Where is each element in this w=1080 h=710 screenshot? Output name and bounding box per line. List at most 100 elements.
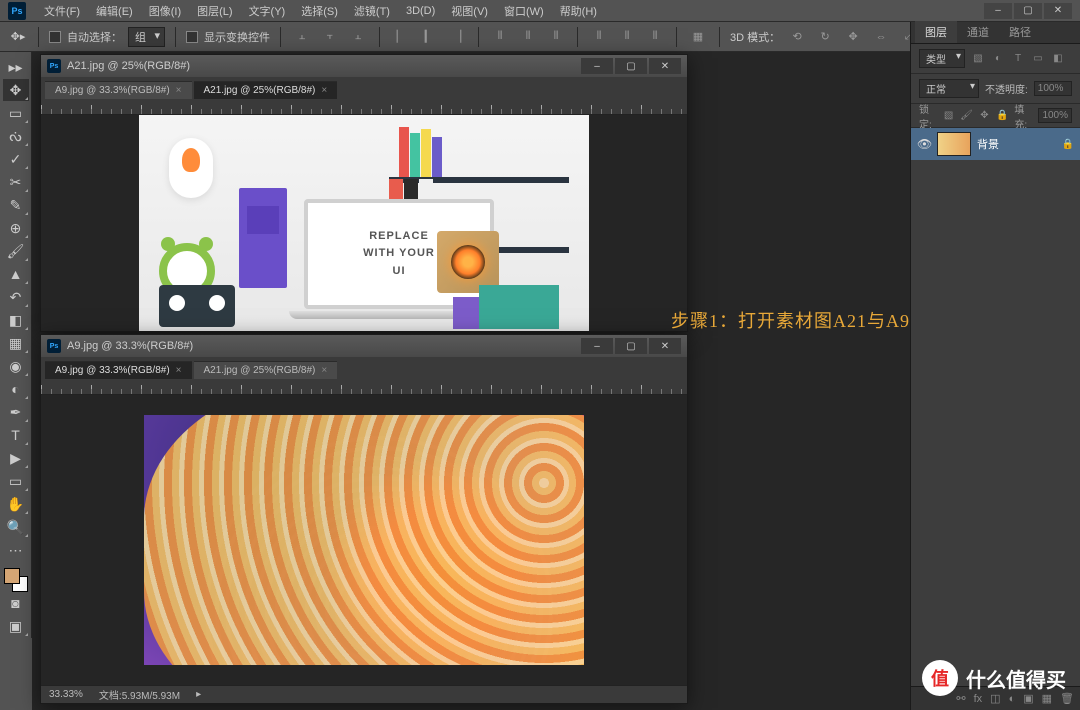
align-left-icon[interactable]: ▏ [390, 26, 412, 48]
auto-select-checkbox[interactable] [49, 31, 61, 43]
auto-align-icon[interactable]: ▦ [687, 26, 709, 48]
doc2-canvas[interactable] [41, 395, 687, 685]
layer-lock-icon[interactable]: 🔒 [1062, 139, 1074, 150]
doc2-tab-a21[interactable]: A21.jpg @ 25%(RGB/8#)× [194, 361, 338, 379]
screenmode-tool[interactable]: ▣ [3, 615, 29, 637]
status-arrow-icon[interactable]: ▸ [196, 689, 201, 700]
stamp-tool[interactable]: ▲ [3, 263, 29, 285]
doc1-canvas[interactable]: REPLACE WITH YOUR UI [41, 115, 687, 331]
doc2-close[interactable]: ✕ [649, 338, 681, 354]
eyedropper-tool[interactable]: ✎ [3, 194, 29, 216]
align-bottom-icon[interactable]: ⫠ [347, 26, 369, 48]
healing-tool[interactable]: ⊕ [3, 217, 29, 239]
doc1-tab-a9[interactable]: A9.jpg @ 33.3%(RGB/8#)× [45, 81, 192, 99]
filter-smart-icon[interactable]: ◧ [1051, 52, 1065, 66]
doc-size[interactable]: 文档:5.93M/5.93M [99, 687, 180, 702]
visibility-icon[interactable]: 👁 [917, 137, 931, 151]
doc2-tab-a9[interactable]: A9.jpg @ 33.3%(RGB/8#)× [45, 361, 192, 379]
lock-pixels-icon[interactable]: 🖌 [960, 109, 973, 123]
filter-shape-icon[interactable]: ▭ [1031, 52, 1045, 66]
auto-select-dropdown[interactable]: 组 [128, 27, 165, 47]
lock-position-icon[interactable]: ✥ [979, 109, 990, 123]
doc2-maximize[interactable]: ▢ [615, 338, 647, 354]
filter-pixel-icon[interactable]: ▧ [971, 52, 985, 66]
layer-item-background[interactable]: 👁 背景 🔒 [911, 128, 1080, 160]
panel-tab-paths[interactable]: 路径 [999, 21, 1041, 43]
menu-help[interactable]: 帮助(H) [552, 3, 605, 19]
dodge-tool[interactable]: ◐ [3, 378, 29, 400]
panel-tab-channels[interactable]: 通道 [957, 21, 999, 43]
close-icon[interactable]: × [176, 85, 182, 96]
3d-roll-icon[interactable]: ↻ [814, 26, 836, 48]
dist-right-icon[interactable]: ⫴ [644, 26, 666, 48]
move-tool[interactable]: ✥ [3, 79, 29, 101]
minimize-button[interactable]: – [984, 3, 1012, 19]
history-brush-tool[interactable]: ↶ [3, 286, 29, 308]
menu-file[interactable]: 文件(F) [36, 3, 88, 19]
3d-pan-icon[interactable]: ✥ [842, 26, 864, 48]
filter-type-icon[interactable]: T [1011, 52, 1025, 66]
align-top-icon[interactable]: ⫠ [291, 26, 313, 48]
align-vcenter-icon[interactable]: ⫟ [319, 26, 341, 48]
menu-view[interactable]: 视图(V) [443, 3, 496, 19]
menu-window[interactable]: 窗口(W) [496, 3, 552, 19]
menu-type[interactable]: 文字(Y) [241, 3, 294, 19]
lock-all-icon[interactable]: 🔒 [996, 109, 1008, 123]
blur-tool[interactable]: ◉ [3, 355, 29, 377]
lock-transparent-icon[interactable]: ▧ [943, 109, 954, 123]
horizontal-ruler[interactable] [41, 379, 687, 395]
menu-3d[interactable]: 3D(D) [398, 5, 443, 17]
dist-top-icon[interactable]: ⫴ [489, 26, 511, 48]
blend-mode-dropdown[interactable]: 正常 [919, 79, 979, 98]
shape-tool[interactable]: ▭ [3, 470, 29, 492]
doc1-tab-a21[interactable]: A21.jpg @ 25%(RGB/8#)× [194, 81, 338, 99]
dist-left-icon[interactable]: ⫴ [588, 26, 610, 48]
foreground-color[interactable] [4, 568, 20, 584]
zoom-level[interactable]: 33.33% [49, 689, 83, 700]
marquee-tool[interactable]: ▭ [3, 102, 29, 124]
horizontal-ruler[interactable] [41, 99, 687, 115]
show-transform-checkbox[interactable] [186, 31, 198, 43]
type-tool[interactable]: T [3, 424, 29, 446]
gradient-tool[interactable]: ▦ [3, 332, 29, 354]
crop-tool[interactable]: ✂ [3, 171, 29, 193]
filter-adjust-icon[interactable]: ◐ [991, 52, 1005, 66]
doc1-minimize[interactable]: – [581, 58, 613, 74]
menu-edit[interactable]: 编辑(E) [88, 3, 141, 19]
3d-slide-icon[interactable]: ⇔ [870, 26, 892, 48]
doc2-titlebar[interactable]: Ps A9.jpg @ 33.3%(RGB/8#) – ▢ ✕ [41, 335, 687, 357]
doc1-close[interactable]: ✕ [649, 58, 681, 74]
dist-hcenter-icon[interactable]: ⫴ [616, 26, 638, 48]
doc1-maximize[interactable]: ▢ [615, 58, 647, 74]
opacity-input[interactable]: 100% [1034, 81, 1072, 96]
close-icon[interactable]: × [321, 85, 327, 96]
panel-tab-layers[interactable]: 图层 [915, 21, 957, 43]
close-icon[interactable]: × [321, 365, 327, 376]
doc1-titlebar[interactable]: Ps A21.jpg @ 25%(RGB/8#) – ▢ ✕ [41, 55, 687, 77]
close-icon[interactable]: × [176, 365, 182, 376]
menu-image[interactable]: 图像(I) [141, 3, 189, 19]
menu-filter[interactable]: 滤镜(T) [346, 3, 398, 19]
layer-list[interactable]: 👁 背景 🔒 [911, 128, 1080, 686]
align-right-icon[interactable]: ▕ [446, 26, 468, 48]
quickmask-tool[interactable]: ◙ [3, 592, 29, 614]
menu-select[interactable]: 选择(S) [293, 3, 346, 19]
hand-tool[interactable]: ✋ [3, 493, 29, 515]
toolbox-toggle-icon[interactable]: ▸▸ [3, 56, 29, 78]
path-select-tool[interactable]: ▶ [3, 447, 29, 469]
color-swatch[interactable] [4, 568, 28, 592]
lasso-tool[interactable]: ᔔ [3, 125, 29, 147]
eraser-tool[interactable]: ◧ [3, 309, 29, 331]
maximize-button[interactable]: ▢ [1014, 3, 1042, 19]
fill-input[interactable]: 100% [1038, 108, 1072, 123]
doc2-minimize[interactable]: – [581, 338, 613, 354]
filter-kind-dropdown[interactable]: 类型 [919, 49, 965, 68]
dist-vcenter-icon[interactable]: ⫴ [517, 26, 539, 48]
brush-tool[interactable]: 🖌 [3, 240, 29, 262]
edit-toolbar[interactable]: ⋯ [3, 539, 29, 561]
3d-orbit-icon[interactable]: ⟲ [786, 26, 808, 48]
layer-thumbnail[interactable] [937, 132, 971, 156]
zoom-tool[interactable]: 🔍 [3, 516, 29, 538]
dist-bottom-icon[interactable]: ⫴ [545, 26, 567, 48]
close-button[interactable]: ✕ [1044, 3, 1072, 19]
